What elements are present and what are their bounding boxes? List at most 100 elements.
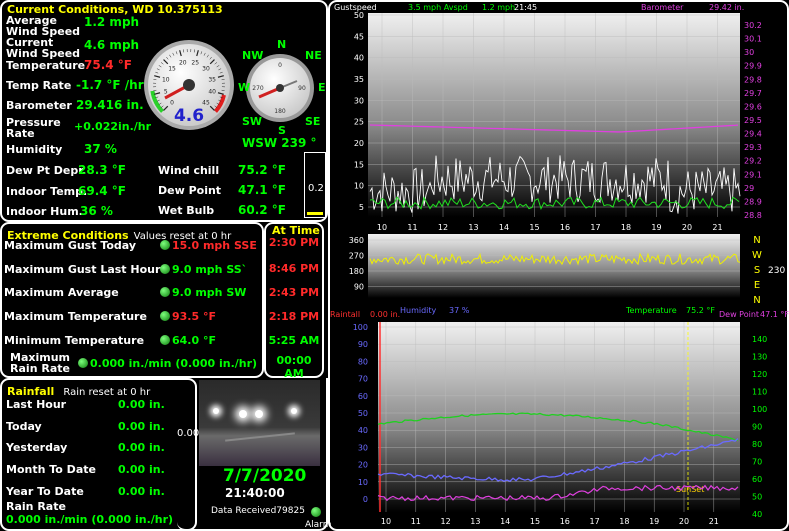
- rain-rate-value: 0.000 in./min (0.000 in./hr): [6, 513, 174, 526]
- top-graph-x-label: 15: [529, 223, 539, 232]
- top-graph-y-label: 15: [354, 160, 364, 169]
- top-graph-barometer-label: 29.6: [744, 102, 762, 111]
- extreme-row-time: 2:43 PM: [268, 286, 320, 299]
- bottom-graph-x-label: 20: [679, 517, 689, 526]
- indoor-hum-label: Indoor Hum.: [6, 205, 83, 218]
- wind-compass: 0 90 180 270: [246, 54, 314, 122]
- top-graph-x-label: 10: [377, 223, 387, 232]
- bottom-graph-y-label: 80: [358, 357, 368, 366]
- top-graph-x-label: 16: [560, 223, 570, 232]
- bottom-rain-value: 0.00 in.: [370, 310, 401, 319]
- webcam-panel: 0.00 7/7/2020 21:40:00 Data Received7982…: [177, 378, 331, 531]
- wind-chill-value: 75.2 °F: [238, 163, 286, 177]
- compass-e: E: [318, 81, 326, 94]
- bottom-hum-value: 37 %: [449, 306, 470, 315]
- compass-se: SE: [305, 115, 321, 128]
- temp-rate-value: -1.7 °F /hr: [76, 78, 144, 92]
- wind-chill-label: Wind chill: [158, 164, 220, 177]
- indoor-temp-value: 69.4 °F: [78, 184, 126, 198]
- extreme-row-time: 00:00 AM: [276, 354, 312, 380]
- dir-graph-compass-label: N: [753, 295, 760, 306]
- top-graph-right-label: Barometer: [641, 3, 684, 12]
- cur-wind-value: 4.6 mph: [84, 38, 140, 52]
- top-graph-area: [368, 13, 740, 217]
- top-graph-barometer-label: 28.8: [744, 211, 762, 220]
- bottom-graph-y-label: 100: [353, 323, 368, 332]
- bottom-graph-y-label: 20: [358, 461, 368, 470]
- rainfall-row-label: Today: [6, 420, 42, 433]
- temperature-label: Temperature: [6, 59, 86, 72]
- bottom-graph-y-label: 40: [358, 426, 368, 435]
- current-time: 21:40:00: [225, 486, 285, 500]
- rainfall-row-value: 0.00 in.: [118, 420, 165, 433]
- avg-wind-value: 1.2 mph: [84, 15, 140, 29]
- extreme-row-time: 2:30 PM: [268, 236, 320, 249]
- rainfall-row-value: 0.00 in.: [118, 463, 165, 476]
- extreme-row-value: 0.000 in./min (0.000 in./hr): [90, 357, 258, 370]
- top-graph-y-label: 40: [354, 54, 364, 63]
- extreme-status-indicator: [160, 311, 170, 321]
- top-graph-x-label: 20: [682, 223, 692, 232]
- extreme-row-time: 5:25 AM: [268, 334, 320, 347]
- bottom-graph-right-label: 110: [752, 388, 767, 397]
- compass-w: W: [238, 81, 251, 94]
- top-graph-left-label: Gustspeed: [334, 3, 377, 12]
- extreme-status-indicator: [78, 358, 88, 368]
- rainfall-title: Rainfall Rain reset at 0 hr: [7, 385, 151, 398]
- wind-speed-gauge: 05101520 2530354045 4.6: [144, 40, 234, 130]
- top-graph-y-label: 45: [354, 32, 364, 41]
- dew-point-value: 47.1 °F: [238, 183, 286, 197]
- top-graph-barometer-label: 29.3: [744, 143, 762, 152]
- top-graph-barometer-label: 30.1: [744, 35, 762, 44]
- wet-bulb-label: Wet Bulb: [158, 204, 215, 217]
- bottom-graph-right-label: 80: [752, 440, 762, 449]
- pressure-rate-value: +0.022in./hr: [74, 120, 152, 133]
- alarm-indicator[interactable]: [311, 507, 321, 517]
- dir-graph-y-label: 360: [349, 236, 364, 245]
- speed-gauge-readout: 4.6: [174, 106, 204, 126]
- compass-sw: SW: [242, 115, 263, 128]
- webcam-image[interactable]: [199, 380, 320, 466]
- wet-bulb-value: 60.2 °F: [238, 203, 286, 217]
- extreme-row-label: Minimum Temperature: [4, 334, 145, 347]
- speed-gauge-label: 15: [168, 66, 176, 73]
- bottom-graph-x-label: 21: [709, 517, 719, 526]
- bottom-graph-x-label: 13: [470, 517, 480, 526]
- top-graph-y-label: 25: [354, 118, 364, 127]
- bottom-temp-label: Temperature: [626, 306, 677, 315]
- rain-rate-label: Rain Rate: [6, 500, 66, 513]
- top-graph-y-label: 50: [354, 11, 364, 20]
- rainfall-row-value: 0.00 in.: [118, 441, 165, 454]
- extreme-row-value: 15.0 mph SSE: [172, 239, 257, 252]
- wind-direction-value: WSW 239 °: [242, 136, 317, 150]
- top-graph-barometer-label: 29.1: [744, 170, 762, 179]
- extreme-row-label: Maximum Gust Today: [4, 239, 137, 252]
- current-conditions-panel: Current Conditions, WD 10.375113 Average…: [0, 0, 328, 222]
- temperature-value: 75.4 °F: [84, 58, 132, 72]
- top-graph-barometer-label: 30: [744, 48, 754, 57]
- bottom-graph-x-label: 17: [590, 517, 600, 526]
- speed-gauge-label: 30: [202, 66, 210, 73]
- top-graph-x-label: 18: [621, 223, 631, 232]
- bottom-graph-right-label: 60: [752, 475, 762, 484]
- compass-nw: NW: [242, 49, 264, 62]
- bottom-graph-x-label: 15: [530, 517, 540, 526]
- extreme-row-value: 93.5 °F: [172, 310, 216, 323]
- bottom-rain-label: Raintall: [330, 310, 361, 319]
- dir-graph-value: 230: [768, 266, 786, 276]
- dewpt-depr-label: Dew Pt Depr.: [6, 164, 87, 177]
- bottom-graph-right-label: 70: [752, 458, 762, 467]
- compass-tick-180: 180: [274, 108, 286, 115]
- speed-gauge-label: 35: [208, 76, 216, 83]
- top-graph-y-label: 20: [354, 139, 364, 148]
- top-graph-y-label: 5: [359, 203, 364, 212]
- compass-tick-90: 90: [298, 85, 306, 92]
- extreme-row-time: 8:46 PM: [268, 262, 320, 275]
- bottom-graph-y-label: 50: [358, 409, 368, 418]
- bottom-graph-right-label: 100: [752, 405, 767, 414]
- top-graph-x-label: 11: [407, 223, 417, 232]
- top-graph-barometer-label: 28.9: [744, 197, 762, 206]
- webcam-side-value: 0.00: [177, 428, 200, 439]
- compass-tick-0: 0: [278, 62, 282, 69]
- bottom-graph-x-label: 18: [619, 517, 629, 526]
